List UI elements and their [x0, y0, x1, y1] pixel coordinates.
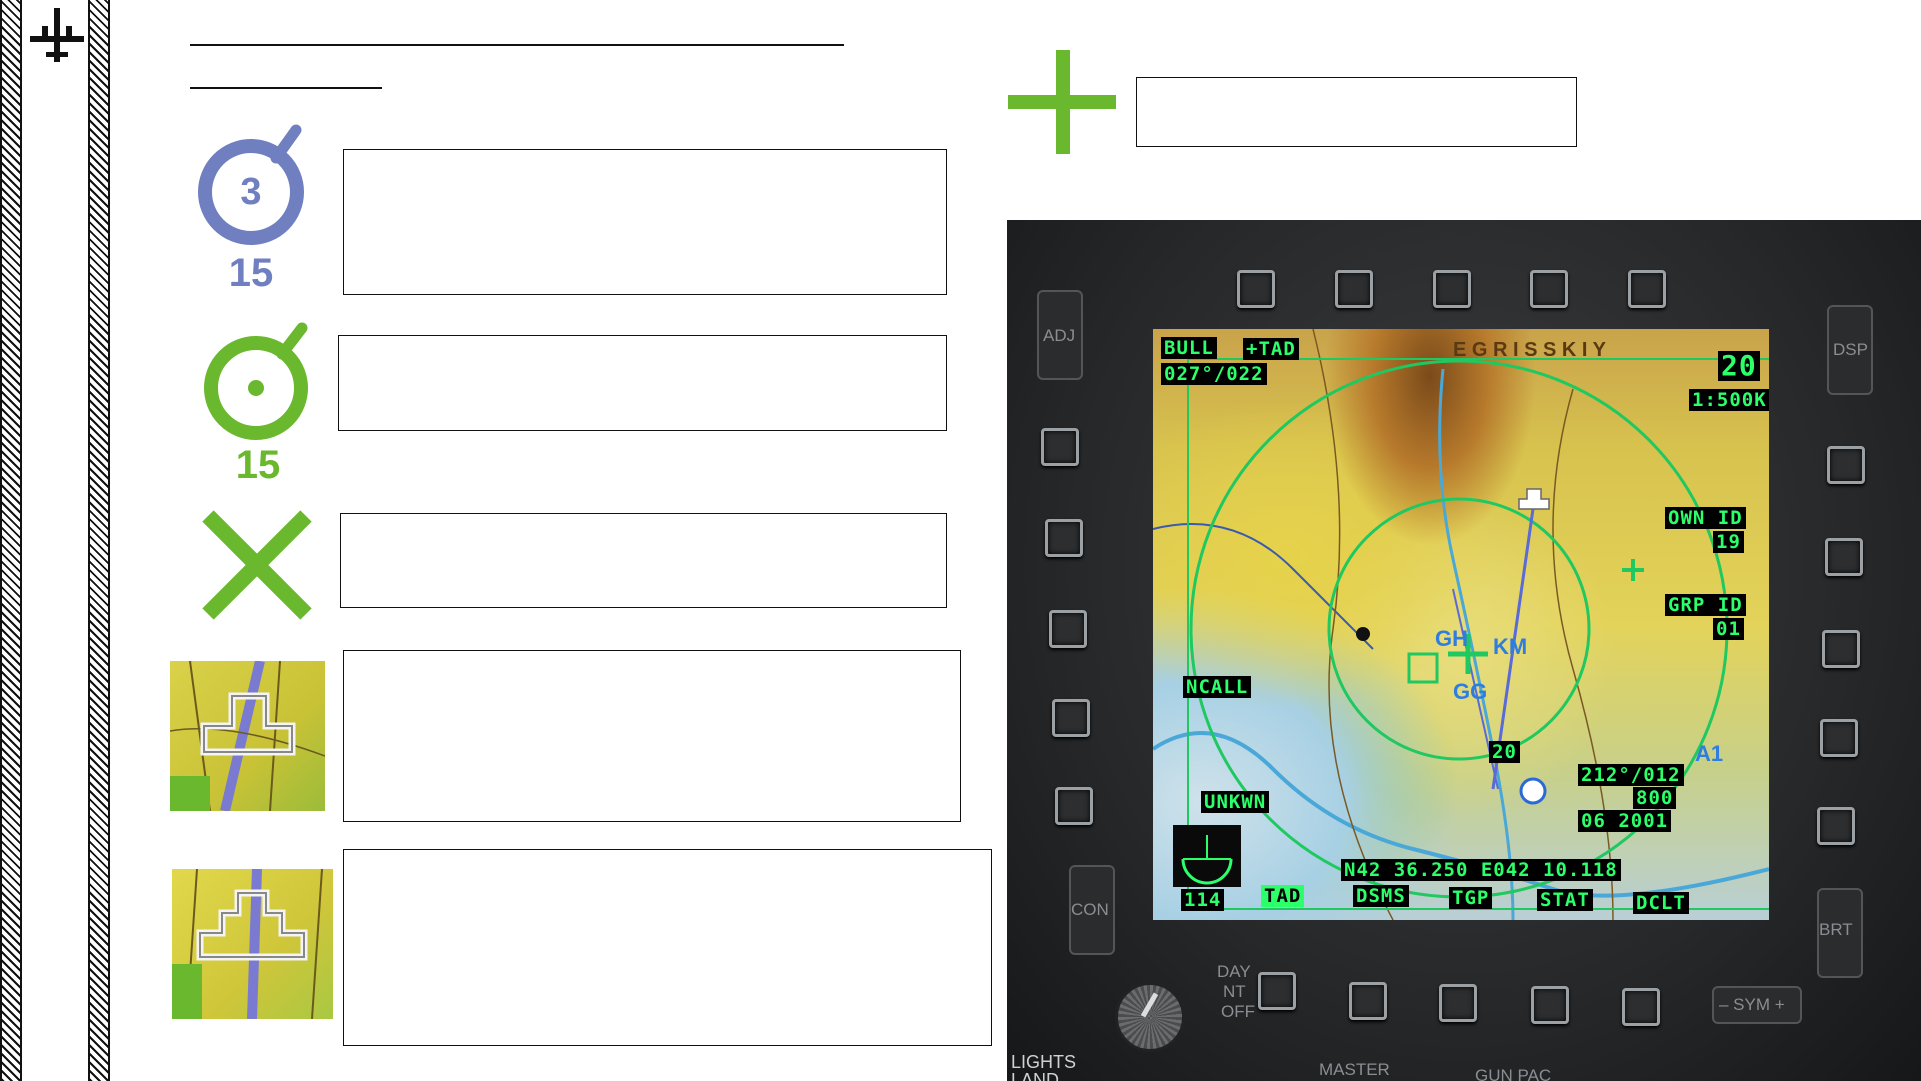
- map-km: KM: [1493, 634, 1528, 659]
- flight-group-map-thumbnail: [172, 869, 333, 1019]
- track-time: 06 2001: [1578, 810, 1672, 832]
- subtitle-underline: [190, 87, 382, 89]
- osb-right-2[interactable]: [1825, 538, 1863, 576]
- con-label: CON: [1071, 900, 1109, 919]
- tad-display: E G R I S S K I Y GH KM GG A1 BULL +TAD …: [1153, 329, 1769, 920]
- osb-top-2[interactable]: [1335, 270, 1373, 308]
- map-a1: A1: [1695, 741, 1724, 766]
- master-label: MASTER: [1319, 1060, 1390, 1079]
- grp-id-label[interactable]: GRP ID: [1665, 594, 1746, 616]
- region-name: E G R I S S K I Y: [1453, 339, 1607, 361]
- osb-bottom-1[interactable]: [1349, 982, 1387, 1020]
- description-box-2: [338, 335, 947, 431]
- stat-label[interactable]: STAT: [1537, 889, 1593, 911]
- osb-right-1[interactable]: [1827, 446, 1865, 484]
- own-id-label[interactable]: OWN ID: [1665, 507, 1746, 529]
- description-box-1: [343, 149, 947, 295]
- osb-right-5[interactable]: [1817, 807, 1855, 845]
- map-gh: GH: [1435, 626, 1468, 651]
- green-cross-icon: [1008, 50, 1116, 154]
- map-marker-20: 20: [1489, 741, 1520, 763]
- osb-top-3[interactable]: [1433, 270, 1471, 308]
- bull-bearing: 027°/022: [1161, 363, 1267, 385]
- osb-left-5[interactable]: [1055, 787, 1093, 825]
- description-box-5: [343, 849, 992, 1046]
- track-altitude: 800: [1633, 787, 1677, 809]
- osb-bottom-4[interactable]: [1622, 988, 1660, 1026]
- osb-top-4[interactable]: [1530, 270, 1568, 308]
- unkwn-label[interactable]: UNKWN: [1201, 791, 1270, 813]
- blue-ring-number: 3: [240, 171, 261, 213]
- blue-circle-marker-icon: 3 15: [198, 124, 304, 295]
- tad-overlay: [1153, 329, 1769, 920]
- map-gg: GG: [1453, 679, 1488, 704]
- osb-bottom-day-nt[interactable]: [1258, 972, 1296, 1010]
- osb-top-1[interactable]: [1237, 270, 1275, 308]
- nt-label: NT: [1223, 982, 1246, 1001]
- brt-label: BRT: [1819, 920, 1853, 939]
- tad-top-label[interactable]: +TAD: [1243, 338, 1299, 360]
- description-box-4: [343, 650, 961, 822]
- aircraft-icon: [30, 8, 84, 62]
- map-scale[interactable]: 1:500K: [1689, 389, 1769, 411]
- description-box-3: [340, 513, 947, 608]
- own-aircraft-map-thumbnail: [170, 661, 325, 811]
- osb-right-3[interactable]: [1822, 630, 1860, 668]
- title-underline: [190, 44, 844, 46]
- day-label: DAY: [1217, 962, 1251, 981]
- left-rail-hatch: [0, 0, 22, 1081]
- osb-left-3[interactable]: [1049, 610, 1087, 648]
- osb-left-4[interactable]: [1052, 699, 1090, 737]
- track-bearing: 212°/012: [1578, 764, 1684, 786]
- gun-pac-label: GUN PAC: [1475, 1066, 1552, 1081]
- right-rail-hatch: [88, 0, 110, 1081]
- off-label: OFF: [1221, 1002, 1255, 1021]
- tad-bottom-label[interactable]: TAD: [1261, 885, 1305, 907]
- osb-bottom-3[interactable]: [1531, 986, 1569, 1024]
- own-id-value: 19: [1713, 531, 1744, 553]
- adj-label: ADJ: [1043, 326, 1076, 345]
- dsms-label[interactable]: DSMS: [1353, 885, 1409, 907]
- green-circle-marker-icon: 15: [204, 322, 308, 487]
- bull-label[interactable]: BULL: [1161, 337, 1217, 359]
- osb-right-4[interactable]: [1820, 719, 1858, 757]
- sym-label: – SYM +: [1719, 995, 1785, 1014]
- tgp-label[interactable]: TGP: [1449, 887, 1493, 909]
- osb-left-2[interactable]: [1045, 519, 1083, 557]
- brightness-knob[interactable]: [1115, 982, 1185, 1052]
- green-x-mark-icon: [202, 510, 312, 620]
- range-value[interactable]: 20: [1718, 351, 1760, 381]
- dclt-label[interactable]: DCLT: [1633, 892, 1689, 914]
- cursor-coordinates: N42 36.250 E042 10.118: [1341, 859, 1621, 881]
- blue-label-number: 15: [229, 251, 274, 295]
- mfcd-panel: ADJ DSP CON BRT – SYM + DAY NT OFF LIGHT…: [1007, 220, 1921, 1081]
- description-box-6: [1136, 77, 1577, 147]
- osb-left-1[interactable]: [1041, 428, 1079, 466]
- ncall-label[interactable]: NCALL: [1183, 676, 1252, 698]
- green-label-number: 15: [236, 443, 281, 487]
- grp-id-value: 01: [1713, 618, 1744, 640]
- osb-bottom-2[interactable]: [1439, 984, 1477, 1022]
- heading-number: 114: [1181, 889, 1225, 911]
- osb-top-5[interactable]: [1628, 270, 1666, 308]
- dsp-label: DSP: [1833, 340, 1868, 359]
- land-label: LAND: [1011, 1070, 1060, 1081]
